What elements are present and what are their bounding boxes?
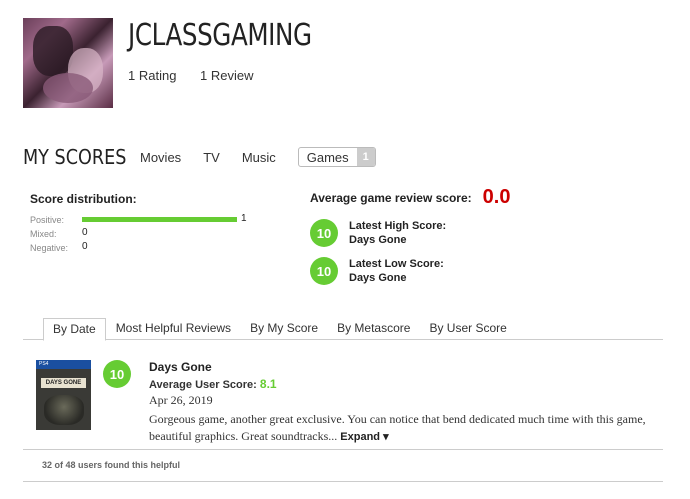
average-score-label: Average game review score:: [310, 190, 472, 205]
nav-movies-link[interactable]: Movies: [140, 150, 181, 165]
reviews-count-link[interactable]: 1 Review: [200, 68, 253, 83]
positive-count: 1: [241, 213, 247, 224]
average-user-score-value: 8.1: [259, 377, 277, 391]
score-distribution: Score distribution: Positive: 1 Mixed: 0…: [30, 192, 260, 255]
average-user-score: Average User Score: 8.1: [149, 377, 659, 391]
high-score-badge: 10: [310, 219, 338, 247]
negative-count: 0: [82, 241, 88, 252]
review-game-title[interactable]: Days Gone: [149, 360, 659, 374]
games-count-badge: 1: [356, 148, 375, 166]
review-score-badge: 10: [103, 360, 131, 388]
average-scores: Average game review score: 0.0 10 Latest…: [310, 186, 510, 285]
high-score-label: Latest High Score:: [349, 220, 447, 232]
expand-button[interactable]: Expand ▾: [340, 431, 388, 443]
avatar-shape: [43, 73, 93, 103]
distribution-title: Score distribution:: [30, 192, 137, 206]
latest-low-score[interactable]: 10 Latest Low Score: Days Gone: [310, 257, 510, 285]
tab-by-date[interactable]: By Date: [43, 318, 106, 341]
mixed-count: 0: [82, 227, 88, 238]
tab-most-helpful[interactable]: Most Helpful Reviews: [107, 318, 240, 340]
user-avatar[interactable]: [23, 18, 113, 108]
nav-tv-link[interactable]: TV: [203, 150, 220, 165]
sort-tabs: By Date Most Helpful Reviews By My Score…: [23, 318, 663, 341]
game-cover-image[interactable]: PS4 DAYS GONE: [36, 360, 91, 430]
review-date: Apr 26, 2019: [149, 393, 213, 407]
review-body: Days Gone Average User Score: 8.1 Apr 26…: [149, 360, 659, 446]
helpful-bar: 32 of 48 users found this helpful: [23, 449, 663, 482]
games-label: Games: [306, 149, 349, 165]
high-score-text: Latest High Score: Days Gone: [349, 219, 446, 247]
positive-bar: [82, 217, 237, 222]
tab-by-my-score[interactable]: By My Score: [241, 318, 327, 340]
low-score-badge: 10: [310, 257, 338, 285]
my-scores-title: MY SCORES: [23, 145, 127, 169]
distribution-row-mixed: Mixed: 0: [30, 227, 260, 241]
cover-title: DAYS GONE: [41, 378, 86, 388]
mixed-bar-track: 0: [82, 227, 242, 241]
cover-artwork: [44, 395, 84, 425]
review-text: Gorgeous game, another great exclusive. …: [149, 412, 646, 443]
distribution-row-positive: Positive: 1: [30, 213, 260, 227]
average-score-value: 0.0: [482, 186, 511, 208]
review-text-block: Gorgeous game, another great exclusive. …: [149, 411, 659, 446]
mixed-label: Mixed:: [30, 229, 57, 239]
negative-label: Negative:: [30, 243, 69, 253]
helpful-count: 32 of 48 users found this helpful: [42, 460, 181, 470]
avatar-shape: [33, 26, 73, 76]
username-heading: JCLASSGAMING: [128, 18, 312, 53]
average-user-score-label: Average User Score:: [149, 379, 257, 391]
positive-label: Positive:: [30, 215, 65, 225]
profile-counts: 1 Rating 1 Review: [128, 68, 274, 83]
distribution-row-negative: Negative: 0: [30, 241, 260, 255]
nav-music-link[interactable]: Music: [242, 150, 276, 165]
high-score-game[interactable]: Days Gone: [349, 233, 446, 247]
positive-bar-track: 1: [82, 213, 247, 227]
ratings-count-link[interactable]: 1 Rating: [128, 68, 176, 83]
latest-high-score[interactable]: 10 Latest High Score: Days Gone: [310, 219, 510, 247]
low-score-text: Latest Low Score: Days Gone: [349, 257, 444, 285]
scores-header: MY SCORES Movies TV Music Games 1: [23, 145, 376, 169]
tab-by-metascore[interactable]: By Metascore: [328, 318, 419, 340]
average-score-line: Average game review score: 0.0: [310, 186, 510, 209]
nav-games-pill[interactable]: Games 1: [297, 147, 376, 167]
low-score-label: Latest Low Score:: [349, 258, 444, 270]
tab-by-user-score[interactable]: By User Score: [420, 318, 515, 340]
negative-bar-track: 0: [82, 241, 242, 255]
low-score-game[interactable]: Days Gone: [349, 271, 444, 285]
cover-platform: PS4: [36, 360, 91, 369]
